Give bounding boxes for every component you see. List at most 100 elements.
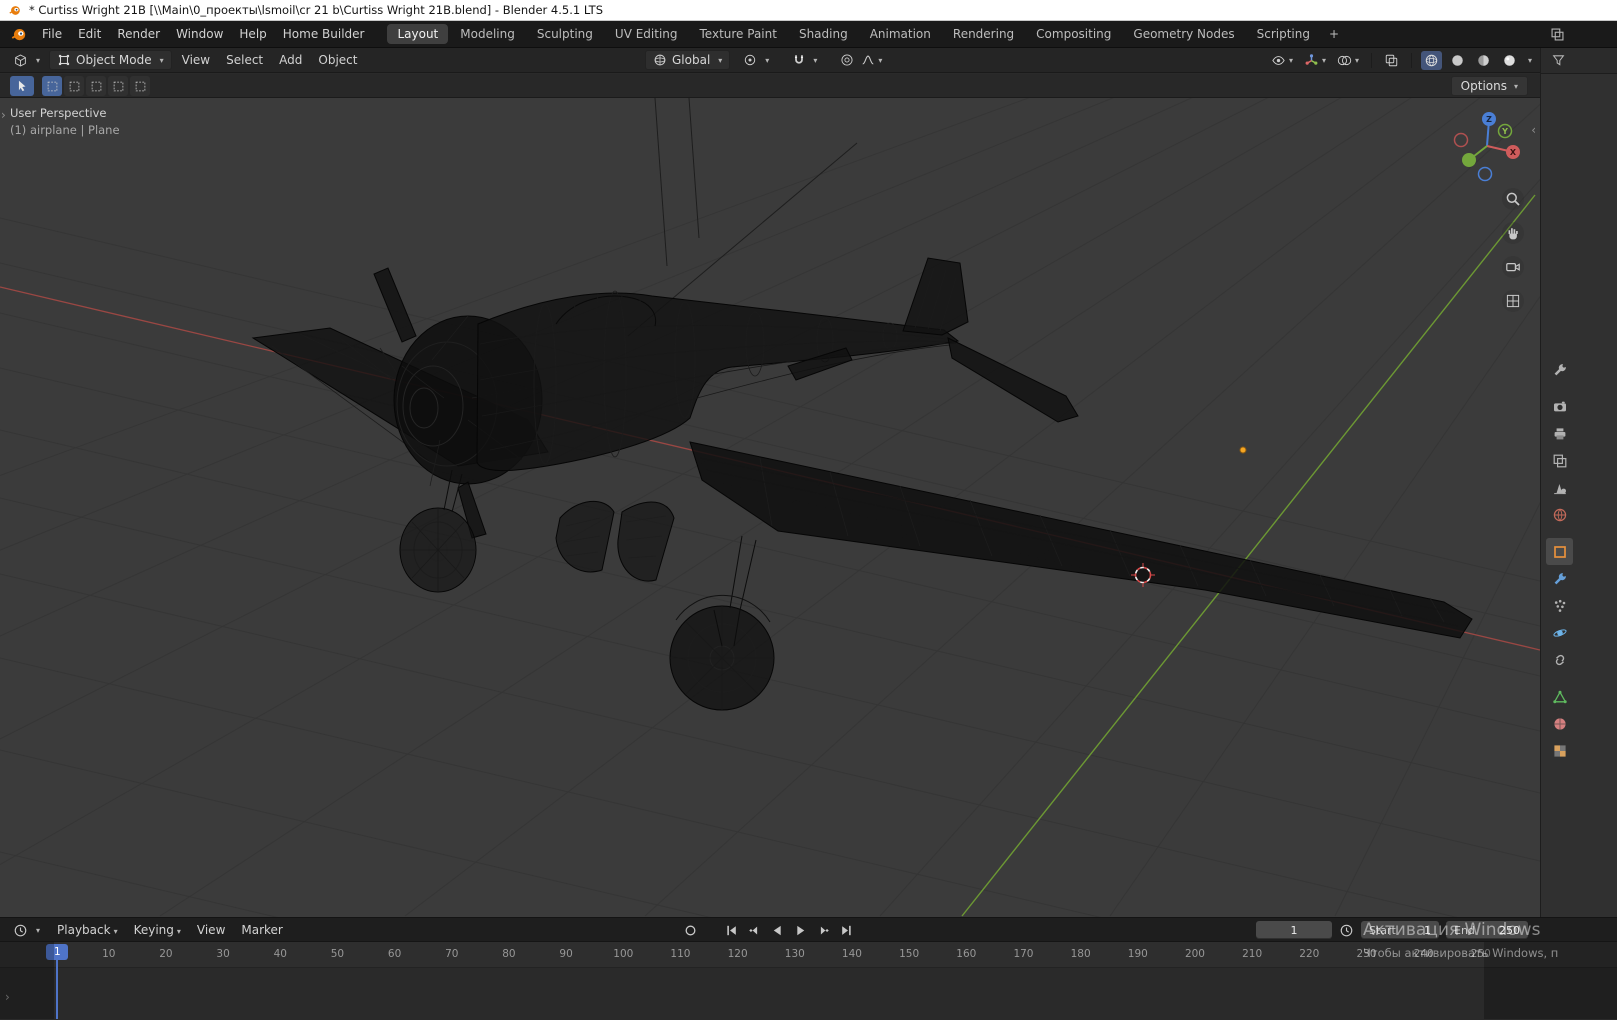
next-keyframe-button[interactable]: [813, 920, 833, 940]
menu-edit[interactable]: Edit: [70, 24, 109, 44]
properties-tab-world[interactable]: [1546, 501, 1573, 528]
select-mode-subtract-button[interactable]: [86, 76, 106, 96]
workspace-tab-scripting[interactable]: Scripting: [1247, 24, 1320, 44]
select-mode-intersect-button[interactable]: [130, 76, 150, 96]
jump-to-start-button[interactable]: [721, 920, 741, 940]
properties-tab-view-layer[interactable]: [1546, 447, 1573, 474]
snap-toggle[interactable]: [789, 51, 809, 69]
overlays-dropdown[interactable]: ▾: [1334, 51, 1362, 70]
menu-file[interactable]: File: [34, 24, 70, 44]
xray-toggle[interactable]: [1381, 51, 1402, 70]
ruler-tick-50: 50: [330, 948, 345, 960]
blender-menu-icon[interactable]: [10, 25, 28, 43]
timeline-ruler[interactable]: 10 20 30 40 50 60 70 80 90 100 110 120 130 140 150 160 1…: [0, 942, 1617, 967]
viewport-menu-object[interactable]: Object: [310, 50, 365, 70]
properties-tab-tool[interactable]: [1546, 356, 1573, 383]
select-invert-icon: [112, 80, 125, 93]
navigation-gizmo[interactable]: Z X Y: [1447, 108, 1527, 188]
timeline-menu-marker[interactable]: Marker: [233, 920, 290, 940]
workspace-tab-rendering[interactable]: Rendering: [943, 24, 1024, 44]
shading-material-button[interactable]: [1473, 51, 1494, 70]
workspace-tab-sculpting[interactable]: Sculpting: [527, 24, 603, 44]
camera-view-button[interactable]: [1502, 256, 1524, 278]
add-workspace-button[interactable]: +: [1321, 25, 1347, 43]
properties-tab-object-data[interactable]: [1546, 683, 1573, 710]
shading-dropdown[interactable]: ▾: [1528, 56, 1532, 65]
frame-start-field[interactable]: Start 1: [1361, 921, 1439, 939]
play-button[interactable]: [790, 920, 810, 940]
gizmo-y-neg-ball[interactable]: [1462, 153, 1476, 167]
properties-tab-texture[interactable]: [1546, 737, 1573, 764]
viewport-scene[interactable]: [0, 98, 1540, 917]
menu-help[interactable]: Help: [231, 24, 274, 44]
zoom-button[interactable]: [1502, 188, 1524, 210]
timecode-clock-icon[interactable]: [1339, 923, 1354, 938]
properties-tab-modifiers[interactable]: [1546, 565, 1573, 592]
options-dropdown[interactable]: Options ▾: [1450, 76, 1528, 96]
viewport-menu-add[interactable]: Add: [271, 50, 310, 70]
viewport-menu-select[interactable]: Select: [218, 50, 271, 70]
properties-tab-scene[interactable]: [1546, 474, 1573, 501]
timeline-editor-type-dropdown[interactable]: ▾: [6, 921, 47, 940]
snap-dropdown[interactable]: ▾: [813, 56, 817, 65]
properties-tab-output[interactable]: [1546, 420, 1573, 447]
properties-tab-constraints[interactable]: [1546, 646, 1573, 673]
viewport-3d[interactable]: User Perspective (1) airplane | Plane › …: [0, 98, 1540, 917]
timeline-menu-keying[interactable]: Keying ▾: [126, 920, 189, 940]
gizmos-dropdown[interactable]: ▾: [1301, 51, 1329, 70]
ortho-toggle-button[interactable]: [1502, 290, 1524, 312]
gizmo-z-neg-ball[interactable]: [1477, 166, 1493, 182]
auto-keying-toggle[interactable]: [680, 920, 700, 940]
gizmo-x-neg-ball[interactable]: [1453, 132, 1469, 148]
scene-browser-icon[interactable]: [1550, 27, 1565, 42]
viewport-menu-view[interactable]: View: [174, 50, 218, 70]
sidebar-expand-arrow[interactable]: ‹: [1531, 123, 1536, 137]
active-tool-select-box[interactable]: [10, 76, 34, 96]
workspace-tab-geometry-nodes[interactable]: Geometry Nodes: [1123, 24, 1244, 44]
shading-solid-button[interactable]: [1447, 51, 1468, 70]
shading-rendered-button[interactable]: [1499, 51, 1520, 70]
ruler-tick-130: 130: [784, 948, 805, 960]
properties-tab-object[interactable]: [1546, 538, 1573, 565]
show-object-types-dropdown[interactable]: ▾: [1268, 51, 1296, 70]
jump-first-icon: [724, 923, 739, 938]
filter-icon[interactable]: [1551, 53, 1566, 68]
properties-tab-render[interactable]: [1546, 393, 1573, 420]
select-mode-invert-button[interactable]: [108, 76, 128, 96]
workspace-tab-texture-paint[interactable]: Texture Paint: [690, 24, 787, 44]
timeline-editor[interactable]: ▾ Playback ▾ Keying ▾ View Marker 1 Start 1 E…: [0, 917, 1617, 1020]
toolbar-expand-arrow[interactable]: ›: [1, 108, 6, 122]
editor-type-dropdown[interactable]: ▾: [6, 51, 47, 70]
shading-wireframe-button[interactable]: [1420, 50, 1442, 70]
workspace-tab-layout[interactable]: Layout: [387, 24, 449, 44]
workspace-tab-modeling[interactable]: Modeling: [450, 24, 525, 44]
select-mode-new-button[interactable]: [42, 76, 62, 96]
workspace-tab-uv-editing[interactable]: UV Editing: [605, 24, 688, 44]
timeline-menu-view[interactable]: View: [189, 920, 233, 940]
workspace-tab-shading[interactable]: Shading: [789, 24, 858, 44]
menu-window[interactable]: Window: [168, 24, 231, 44]
airplane-wireframe-object[interactable]: [251, 257, 1473, 711]
menu-render[interactable]: Render: [109, 24, 168, 44]
jump-to-end-button[interactable]: [836, 920, 856, 940]
properties-tab-material[interactable]: [1546, 710, 1573, 737]
workspace-tab-animation[interactable]: Animation: [860, 24, 941, 44]
mode-dropdown[interactable]: Object Mode ▾: [49, 50, 172, 70]
proportional-edit-toggle[interactable]: [837, 51, 857, 69]
properties-tab-particles[interactable]: [1546, 592, 1573, 619]
gizmo-x-label: X: [1510, 148, 1517, 157]
prev-keyframe-button[interactable]: [744, 920, 764, 940]
timeline-tracks[interactable]: [0, 967, 1617, 1020]
current-frame-field[interactable]: 1: [1256, 921, 1332, 939]
pivot-point-dropdown[interactable]: ▾: [736, 51, 776, 69]
properties-tab-physics[interactable]: [1546, 619, 1573, 646]
select-mode-extend-button[interactable]: [64, 76, 84, 96]
timeline-menu-playback[interactable]: Playback ▾: [49, 920, 126, 940]
proportional-falloff-dropdown[interactable]: ▾: [858, 51, 885, 69]
transform-orientation-dropdown[interactable]: Global ▾: [645, 50, 731, 70]
frame-end-field[interactable]: End 250: [1446, 921, 1528, 939]
play-reverse-button[interactable]: [767, 920, 787, 940]
pan-button[interactable]: [1502, 222, 1524, 244]
menu-home-builder[interactable]: Home Builder: [275, 24, 373, 44]
workspace-tab-compositing[interactable]: Compositing: [1026, 24, 1121, 44]
